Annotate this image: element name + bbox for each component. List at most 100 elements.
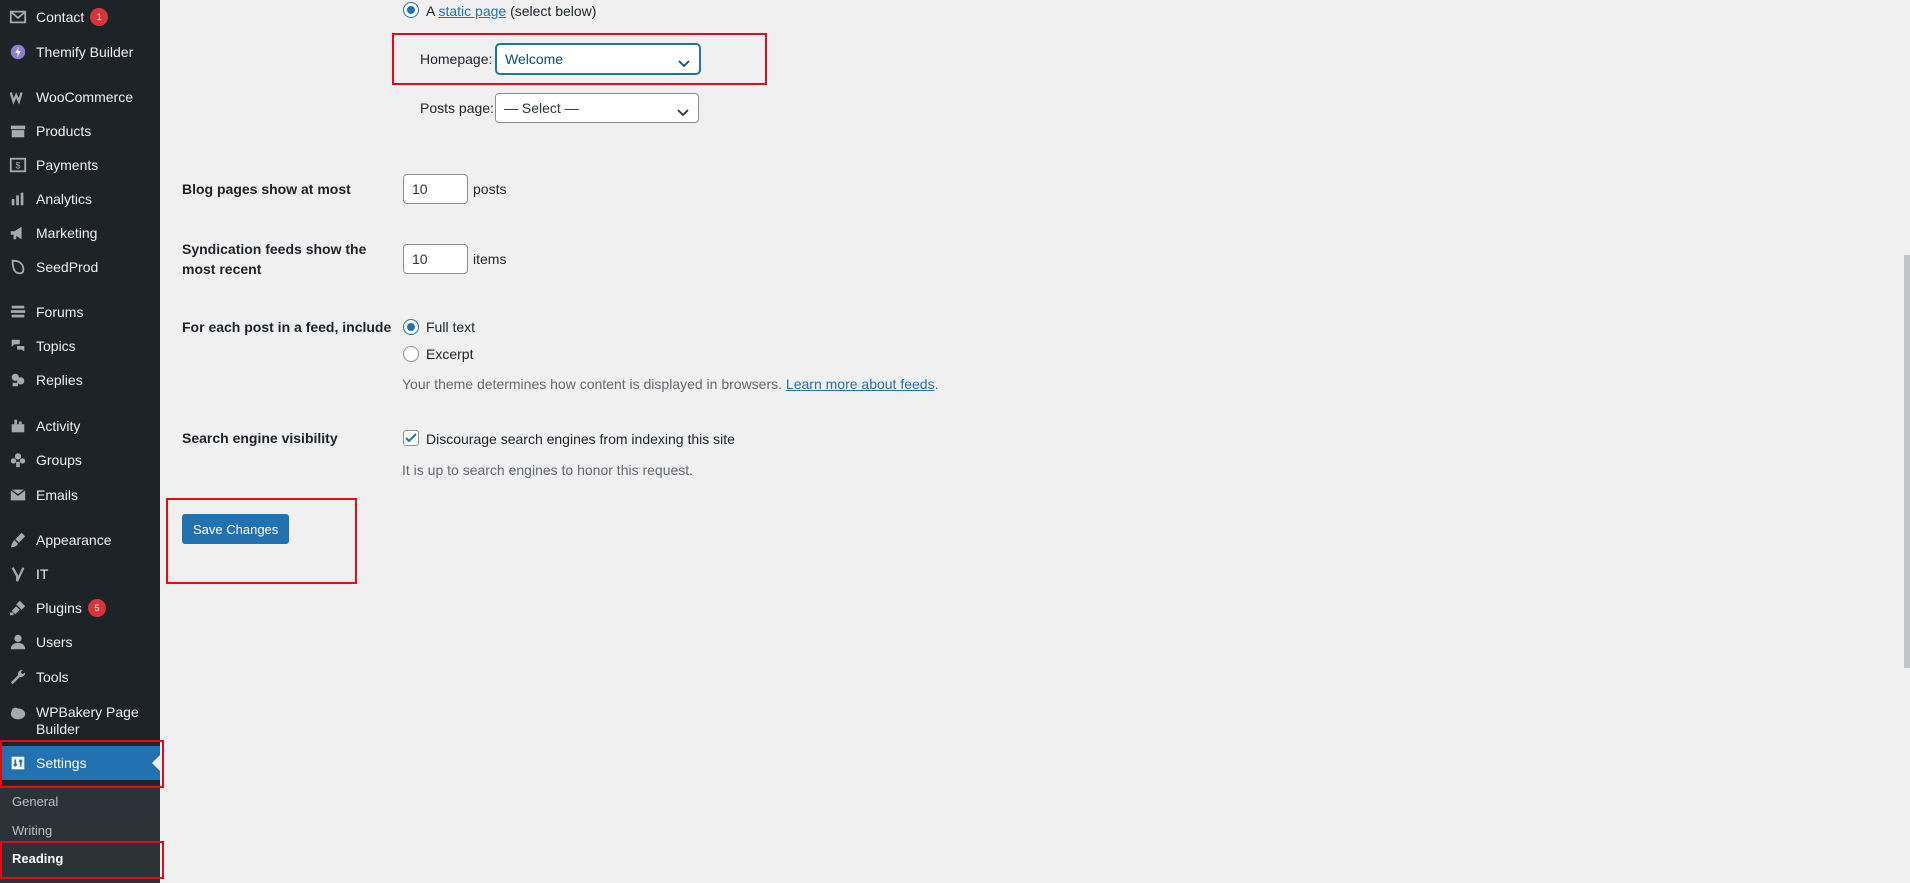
menu-label: IT bbox=[36, 565, 49, 582]
menu-payments[interactable]: $ Payments bbox=[0, 148, 160, 182]
menu-label: SeedProd bbox=[36, 258, 99, 275]
discourage-search-checkbox[interactable] bbox=[403, 430, 419, 446]
menu-label: Plugins bbox=[36, 599, 82, 616]
menu-tools[interactable]: Tools bbox=[0, 660, 160, 694]
checkmark-icon bbox=[405, 433, 417, 443]
menu-analytics[interactable]: Analytics bbox=[0, 182, 160, 216]
menu-label: Settings bbox=[36, 754, 87, 771]
chevron-down-icon bbox=[676, 101, 690, 117]
forums-icon bbox=[0, 303, 36, 321]
search-visibility-label: Search engine visibility bbox=[182, 430, 338, 446]
posts-page-label: Posts page: bbox=[420, 100, 494, 116]
menu-marketing[interactable]: Marketing bbox=[0, 216, 160, 250]
static-page-prefix: A bbox=[426, 3, 435, 19]
excerpt-label: Excerpt bbox=[426, 346, 474, 362]
menu-label: Activity bbox=[36, 417, 81, 434]
static-page-label: A static page (select below) bbox=[426, 3, 596, 19]
menu-label: WooCommerce bbox=[36, 88, 133, 105]
settings-submenu: General Writing Reading bbox=[0, 785, 160, 883]
syndication-input[interactable] bbox=[403, 244, 468, 274]
excerpt-radio[interactable] bbox=[403, 346, 419, 362]
menu-label: Tools bbox=[36, 668, 69, 685]
static-page-link[interactable]: static page bbox=[438, 3, 506, 19]
menu-themify-builder[interactable]: Themify Builder bbox=[0, 35, 160, 69]
menu-label: Users bbox=[36, 633, 73, 650]
feed-include-label: For each post in a feed, include bbox=[182, 319, 392, 335]
syndication-unit: items bbox=[473, 251, 507, 267]
menu-settings[interactable]: Settings bbox=[0, 746, 160, 780]
menu-label: Replies bbox=[36, 371, 83, 388]
menu-label: Payments bbox=[36, 156, 99, 173]
menu-appearance[interactable]: Appearance bbox=[0, 523, 160, 557]
homepage-select-value: Welcome bbox=[505, 51, 564, 67]
seedprod-icon bbox=[0, 258, 36, 276]
blog-pages-unit: posts bbox=[473, 181, 507, 197]
full-text-radio[interactable] bbox=[403, 319, 419, 335]
discourage-search-label: Discourage search engines from indexing … bbox=[426, 431, 735, 447]
cloud-icon bbox=[0, 704, 36, 722]
search-visibility-description: It is up to search engines to honor this… bbox=[402, 462, 694, 478]
menu-wpbakery[interactable]: WPBakery Page Builder bbox=[0, 702, 160, 740]
dollar-icon: $ bbox=[0, 156, 36, 174]
menu-label: Groups bbox=[36, 451, 82, 468]
homepage-label: Homepage: bbox=[420, 51, 493, 67]
posts-page-select[interactable]: — Select — bbox=[495, 93, 699, 123]
archive-icon bbox=[0, 122, 36, 140]
syndication-label: Syndication feeds show the most recent bbox=[182, 241, 367, 277]
menu-woocommerce[interactable]: WooCommerce bbox=[0, 80, 160, 114]
paintbrush-icon bbox=[0, 531, 36, 549]
admin-sidebar: Contact 1 Themify Builder WooCommerce Pr… bbox=[0, 0, 160, 883]
menu-plugins[interactable]: Plugins 5 bbox=[0, 591, 160, 625]
contact-count-badge: 1 bbox=[90, 8, 109, 26]
menu-forums[interactable]: Forums bbox=[0, 295, 160, 329]
themify-icon bbox=[0, 43, 36, 61]
menu-contact[interactable]: Contact 1 bbox=[0, 0, 160, 34]
envelope-icon bbox=[0, 486, 36, 504]
full-text-label: Full text bbox=[426, 319, 476, 335]
menu-it[interactable]: IT bbox=[0, 557, 160, 591]
blog-pages-input[interactable] bbox=[403, 174, 468, 204]
menu-label: Emails bbox=[36, 486, 79, 503]
menu-label: Marketing bbox=[36, 224, 98, 241]
menu-label: Contact bbox=[36, 8, 85, 25]
plugins-update-badge: 5 bbox=[87, 599, 106, 617]
settings-icon bbox=[0, 754, 36, 772]
menu-label: Topics bbox=[36, 337, 76, 354]
learn-more-feeds-link[interactable]: Learn more about feeds bbox=[786, 376, 935, 392]
feed-description-text: Your theme determines how content is dis… bbox=[402, 376, 783, 392]
menu-label: Products bbox=[36, 122, 92, 139]
megaphone-icon bbox=[0, 224, 36, 242]
menu-groups[interactable]: Groups bbox=[0, 443, 160, 477]
menu-products[interactable]: Products bbox=[0, 114, 160, 148]
submenu-general[interactable]: General bbox=[12, 794, 58, 809]
woocommerce-icon bbox=[0, 88, 36, 106]
static-page-radio[interactable] bbox=[403, 2, 419, 18]
menu-emails[interactable]: Emails bbox=[0, 478, 160, 512]
posts-page-select-value: — Select — bbox=[504, 100, 579, 116]
menu-label: Appearance bbox=[36, 531, 112, 548]
save-changes-button[interactable]: Save Changes bbox=[182, 514, 290, 544]
feed-description: Your theme determines how content is dis… bbox=[402, 376, 938, 392]
menu-replies[interactable]: Replies bbox=[0, 363, 160, 397]
menu-label: Forums bbox=[36, 303, 84, 320]
wrench-icon bbox=[0, 668, 36, 686]
active-arrow bbox=[152, 755, 160, 771]
bar-chart-icon bbox=[0, 190, 36, 208]
chevron-down-icon bbox=[677, 52, 691, 68]
menu-label: Analytics bbox=[36, 190, 93, 207]
activity-icon bbox=[0, 417, 36, 435]
menu-topics[interactable]: Topics bbox=[0, 329, 160, 363]
menu-label: Themify Builder bbox=[36, 43, 134, 60]
submenu-writing[interactable]: Writing bbox=[12, 823, 52, 838]
static-page-suffix: (select below) bbox=[510, 3, 597, 19]
user-icon bbox=[0, 633, 36, 651]
yoast-icon bbox=[0, 565, 36, 583]
submenu-reading[interactable]: Reading bbox=[12, 851, 63, 866]
menu-activity[interactable]: Activity bbox=[0, 409, 160, 443]
plugin-icon bbox=[0, 599, 36, 617]
replies-icon bbox=[0, 371, 36, 389]
scrollbar[interactable] bbox=[1904, 255, 1910, 668]
homepage-select[interactable]: Welcome bbox=[496, 44, 700, 74]
menu-users[interactable]: Users bbox=[0, 625, 160, 659]
menu-seedprod[interactable]: SeedProd bbox=[0, 250, 160, 284]
